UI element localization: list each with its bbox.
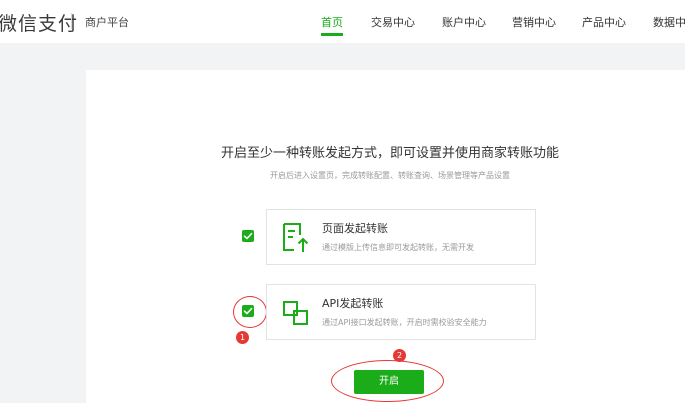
checkmark-icon [243,232,253,240]
api-transfer-desc: 通过API接口发起转账，开启时需校验安全能力 [322,318,487,327]
page-transfer-title: 页面发起转账 [322,222,388,235]
page-transfer-option[interactable]: 页面发起转账 通过模版上传信息即可发起转账，无需开发 [266,209,536,265]
nav-item-products[interactable]: 产品中心 [582,14,626,30]
page-subheading: 开启后进入设置页，完成转账配置、转账查询、场景管理等产品设置 [270,171,510,180]
nav-item-transactions[interactable]: 交易中心 [371,14,415,30]
top-navigation-bar: 微信支付 商户平台 首页 交易中心 账户中心 营销中心 产品中心 数据中心 [0,0,685,43]
page-transfer-desc: 通过模版上传信息即可发起转账，无需开发 [322,243,474,252]
nav-item-marketing[interactable]: 营销中心 [512,14,556,30]
document-upload-icon [283,223,309,252]
annotation-circle-2 [331,360,444,402]
nav-item-home[interactable]: 首页 [321,14,343,30]
nav-item-account[interactable]: 账户中心 [442,14,486,30]
nav-item-data[interactable]: 数据中心 [653,14,685,30]
merchant-platform-label: 商户平台 [85,16,129,29]
nav-active-indicator [321,33,343,36]
page-transfer-checkbox[interactable] [242,230,254,242]
annotation-circle-1 [233,296,267,328]
wechat-pay-logo[interactable]: 微信支付 [0,9,78,36]
brand-divider [71,13,72,29]
annotation-badge-1: 1 [236,331,249,344]
page-heading: 开启至少一种转账发起方式，即可设置并使用商家转账功能 [220,146,559,161]
api-transfer-title: API发起转账 [322,297,384,310]
api-transfer-option[interactable]: API发起转账 通过API接口发起转账，开启时需校验安全能力 [266,284,536,340]
api-link-icon [283,301,308,325]
